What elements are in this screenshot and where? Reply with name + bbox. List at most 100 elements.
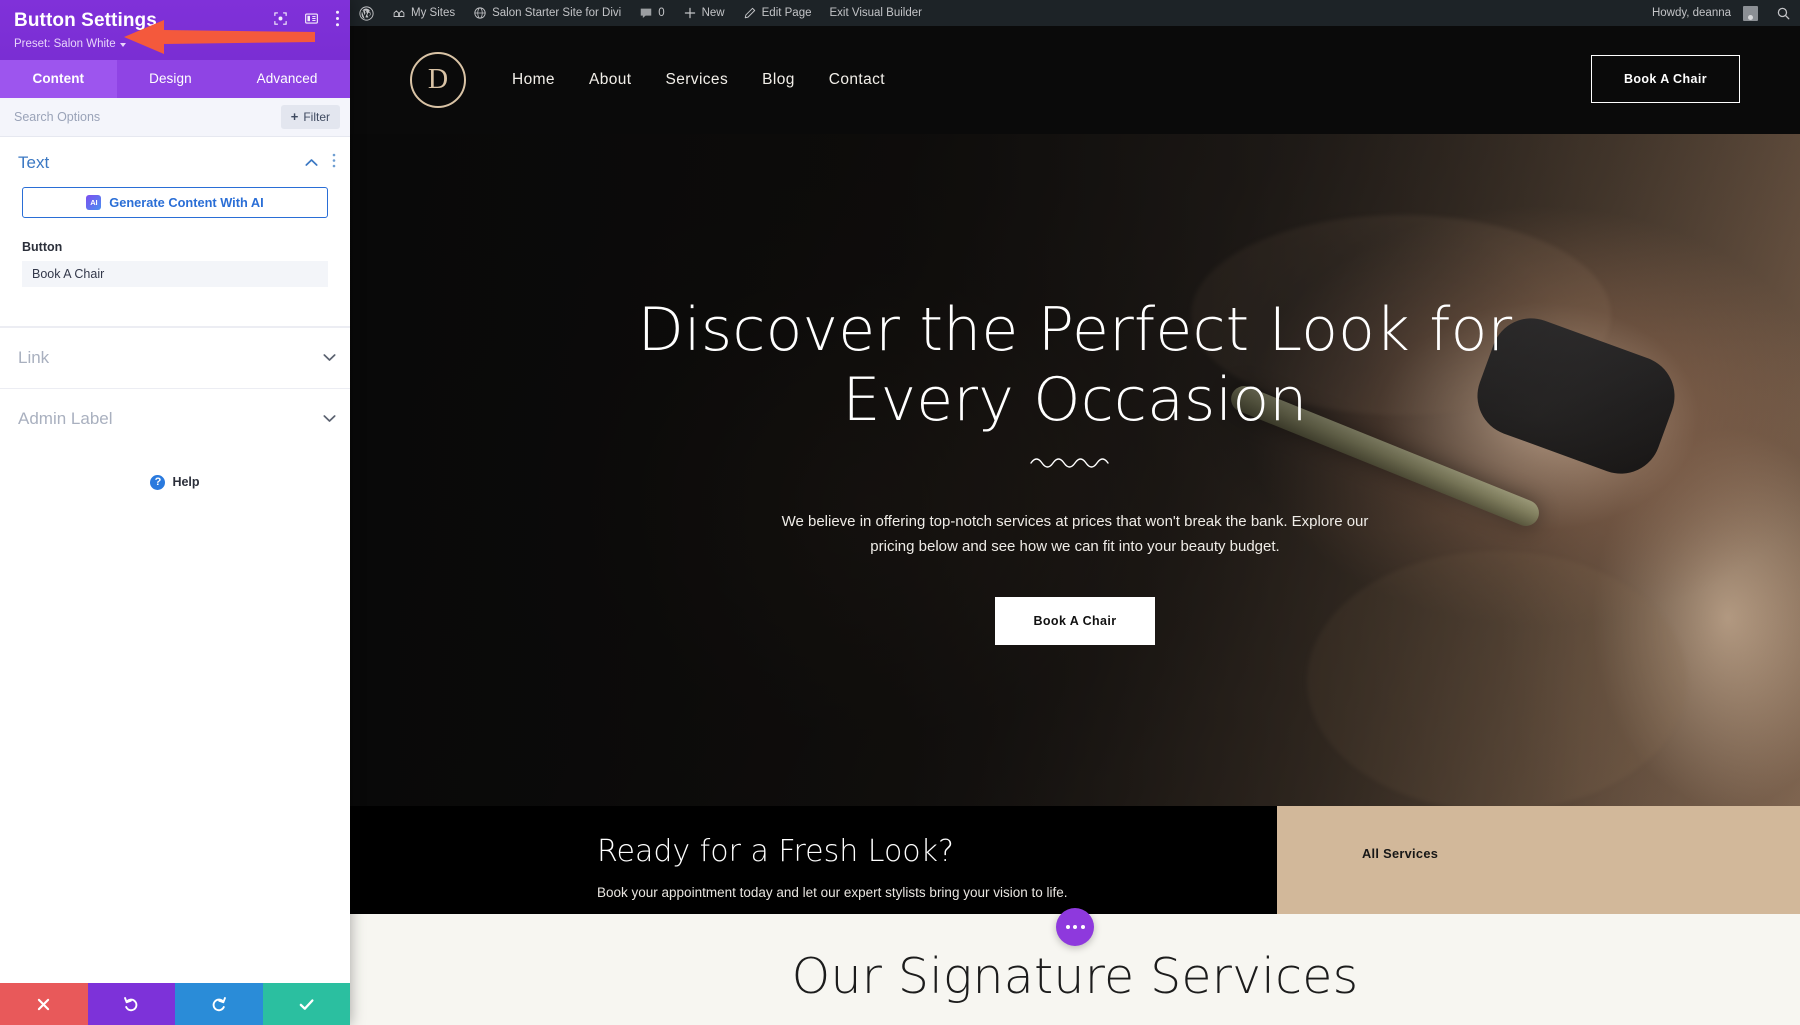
- admin-bar-account[interactable]: Howdy, deanna: [1643, 0, 1767, 26]
- ai-badge-icon: AI: [86, 194, 102, 210]
- more-horizontal-icon: [1065, 925, 1070, 929]
- pencil-icon: [744, 7, 755, 19]
- cta-band: Ready for a Fresh Look? Book your appoin…: [350, 806, 1800, 914]
- hero-title-line-2: Every Occasion: [842, 365, 1308, 436]
- hero-book-a-chair-button[interactable]: Book A Chair: [995, 597, 1155, 646]
- question-mark-icon: ?: [150, 474, 166, 490]
- admin-bar-howdy-label: Howdy, deanna: [1651, 7, 1731, 19]
- section-text-icons: [305, 153, 336, 173]
- preset-label: Preset: Salon White: [14, 37, 116, 50]
- nav-item-home[interactable]: Home: [512, 71, 555, 89]
- admin-bar-exit-label: Exit Visual Builder: [829, 7, 922, 19]
- all-services-link[interactable]: All Services: [1362, 846, 1438, 861]
- site-icon: [474, 7, 486, 19]
- sites-icon: [393, 10, 405, 17]
- cta-subtext: Book your appointment today and let our …: [597, 885, 1068, 900]
- filter-button[interactable]: + Filter: [280, 104, 340, 129]
- hero-content: Discover the Perfect Look for Every Occa…: [350, 295, 1800, 646]
- panel-search-row: + Filter: [0, 97, 350, 137]
- section-more-vertical-icon[interactable]: [332, 153, 336, 173]
- admin-bar-edit-page-label: Edit Page: [761, 7, 812, 19]
- layout-panel-icon[interactable]: [304, 11, 319, 26]
- admin-bar-exit-visual-builder[interactable]: Exit Visual Builder: [821, 0, 931, 26]
- admin-bar-search[interactable]: [1767, 0, 1800, 26]
- nav-item-about[interactable]: About: [589, 71, 632, 89]
- cta-heading: Ready for a Fresh Look?: [597, 834, 954, 869]
- panel-tabs: Content Design Advanced: [0, 59, 350, 98]
- panel-body: Text AI Generate Content With AI Button …: [0, 136, 350, 983]
- section-text-title: Text: [18, 152, 50, 172]
- tab-advanced[interactable]: Advanced: [224, 60, 350, 98]
- section-divider: [0, 287, 350, 327]
- admin-bar-right-group: Howdy, deanna: [1643, 0, 1800, 26]
- header-book-a-chair-button[interactable]: Book A Chair: [1590, 55, 1740, 103]
- site-logo-letter: D: [427, 64, 449, 95]
- check-icon: [299, 998, 314, 1010]
- search-icon: [1777, 7, 1790, 19]
- more-vertical-icon[interactable]: [335, 10, 340, 27]
- section-admin-label-header[interactable]: Admin Label: [0, 387, 350, 449]
- admin-bar-my-sites[interactable]: My Sites: [383, 0, 464, 26]
- admin-bar-edit-page[interactable]: Edit Page: [734, 0, 821, 26]
- generate-content-with-ai-label: Generate Content With AI: [109, 194, 264, 210]
- hero-subtitle: We believe in offering top-notch service…: [781, 513, 1369, 556]
- admin-bar-wordpress-logo[interactable]: [350, 0, 383, 26]
- button-field-label: Button: [22, 239, 63, 254]
- admin-bar-new[interactable]: New: [674, 0, 734, 26]
- chevron-down-icon: [119, 42, 126, 47]
- admin-bar-comments[interactable]: 0: [630, 0, 673, 26]
- cta-band-left: Ready for a Fresh Look? Book your appoin…: [350, 806, 1277, 914]
- section-link-title: Link: [18, 347, 50, 367]
- admin-bar-comments-count: 0: [658, 7, 665, 19]
- undo-button[interactable]: [87, 983, 175, 1025]
- chevron-up-icon[interactable]: [305, 154, 318, 172]
- help-link[interactable]: ? Help: [0, 449, 350, 516]
- save-button[interactable]: [262, 983, 350, 1025]
- target-icon[interactable]: [273, 11, 288, 26]
- cancel-button[interactable]: [0, 983, 88, 1025]
- close-icon: [38, 998, 50, 1010]
- panel-header-icon-group: [273, 10, 340, 27]
- nav-item-blog[interactable]: Blog: [762, 71, 795, 89]
- tab-content[interactable]: Content: [0, 59, 117, 98]
- nav-item-contact[interactable]: Contact: [829, 71, 885, 89]
- panel-action-bar: [0, 983, 350, 1025]
- wordpress-logo-icon: [359, 5, 374, 21]
- services-title: Our Signature Services: [791, 948, 1359, 1005]
- admin-bar-site-label: Salon Starter Site for Divi: [492, 7, 622, 19]
- admin-bar-site-name[interactable]: Salon Starter Site for Divi: [464, 0, 630, 26]
- button-text-input[interactable]: [22, 260, 328, 287]
- wave-divider-icon: [1030, 458, 1109, 468]
- section-link-header[interactable]: Link: [0, 326, 350, 388]
- site-logo[interactable]: D: [410, 52, 466, 108]
- admin-bar-my-sites-label: My Sites: [411, 7, 456, 19]
- avatar: [1743, 5, 1758, 21]
- hero-section: Discover the Perfect Look for Every Occa…: [350, 134, 1800, 806]
- section-admin-label-title: Admin Label: [18, 408, 113, 428]
- panel-header: Button Settings Preset: Salon White: [0, 0, 350, 60]
- plus-icon: [684, 7, 695, 19]
- admin-bar-new-label: New: [701, 7, 725, 19]
- site-preview: D Home About Services Blog Contact Book …: [350, 26, 1800, 1025]
- filter-button-label: Filter: [303, 109, 330, 124]
- redo-button[interactable]: [175, 983, 263, 1025]
- builder-more-options-button[interactable]: [1056, 908, 1094, 946]
- site-header: D Home About Services Blog Contact Book …: [350, 26, 1800, 134]
- section-text-header[interactable]: Text: [0, 137, 350, 185]
- help-label: Help: [172, 475, 200, 490]
- visual-builder-screen: My Sites Salon Starter Site for Divi 0 N…: [0, 0, 1800, 1025]
- services-section: Our Signature Services: [350, 908, 1800, 1024]
- cta-band-right-panel: All Services: [1277, 806, 1800, 914]
- generate-content-with-ai-button[interactable]: AI Generate Content With AI: [22, 186, 328, 218]
- hero-title: Discover the Perfect Look for Every Occa…: [625, 295, 1525, 437]
- undo-icon: [123, 996, 138, 1011]
- hero-title-line-1: Discover the Perfect Look for: [637, 294, 1513, 365]
- preset-selector[interactable]: Preset: Salon White: [14, 38, 126, 50]
- tab-design[interactable]: Design: [117, 60, 225, 98]
- search-options-input[interactable]: [14, 109, 214, 124]
- plus-icon: +: [290, 109, 299, 125]
- chevron-down-icon[interactable]: [323, 349, 336, 367]
- nav-item-services[interactable]: Services: [665, 71, 728, 89]
- chevron-down-icon[interactable]: [323, 410, 336, 428]
- comment-icon: [640, 8, 652, 18]
